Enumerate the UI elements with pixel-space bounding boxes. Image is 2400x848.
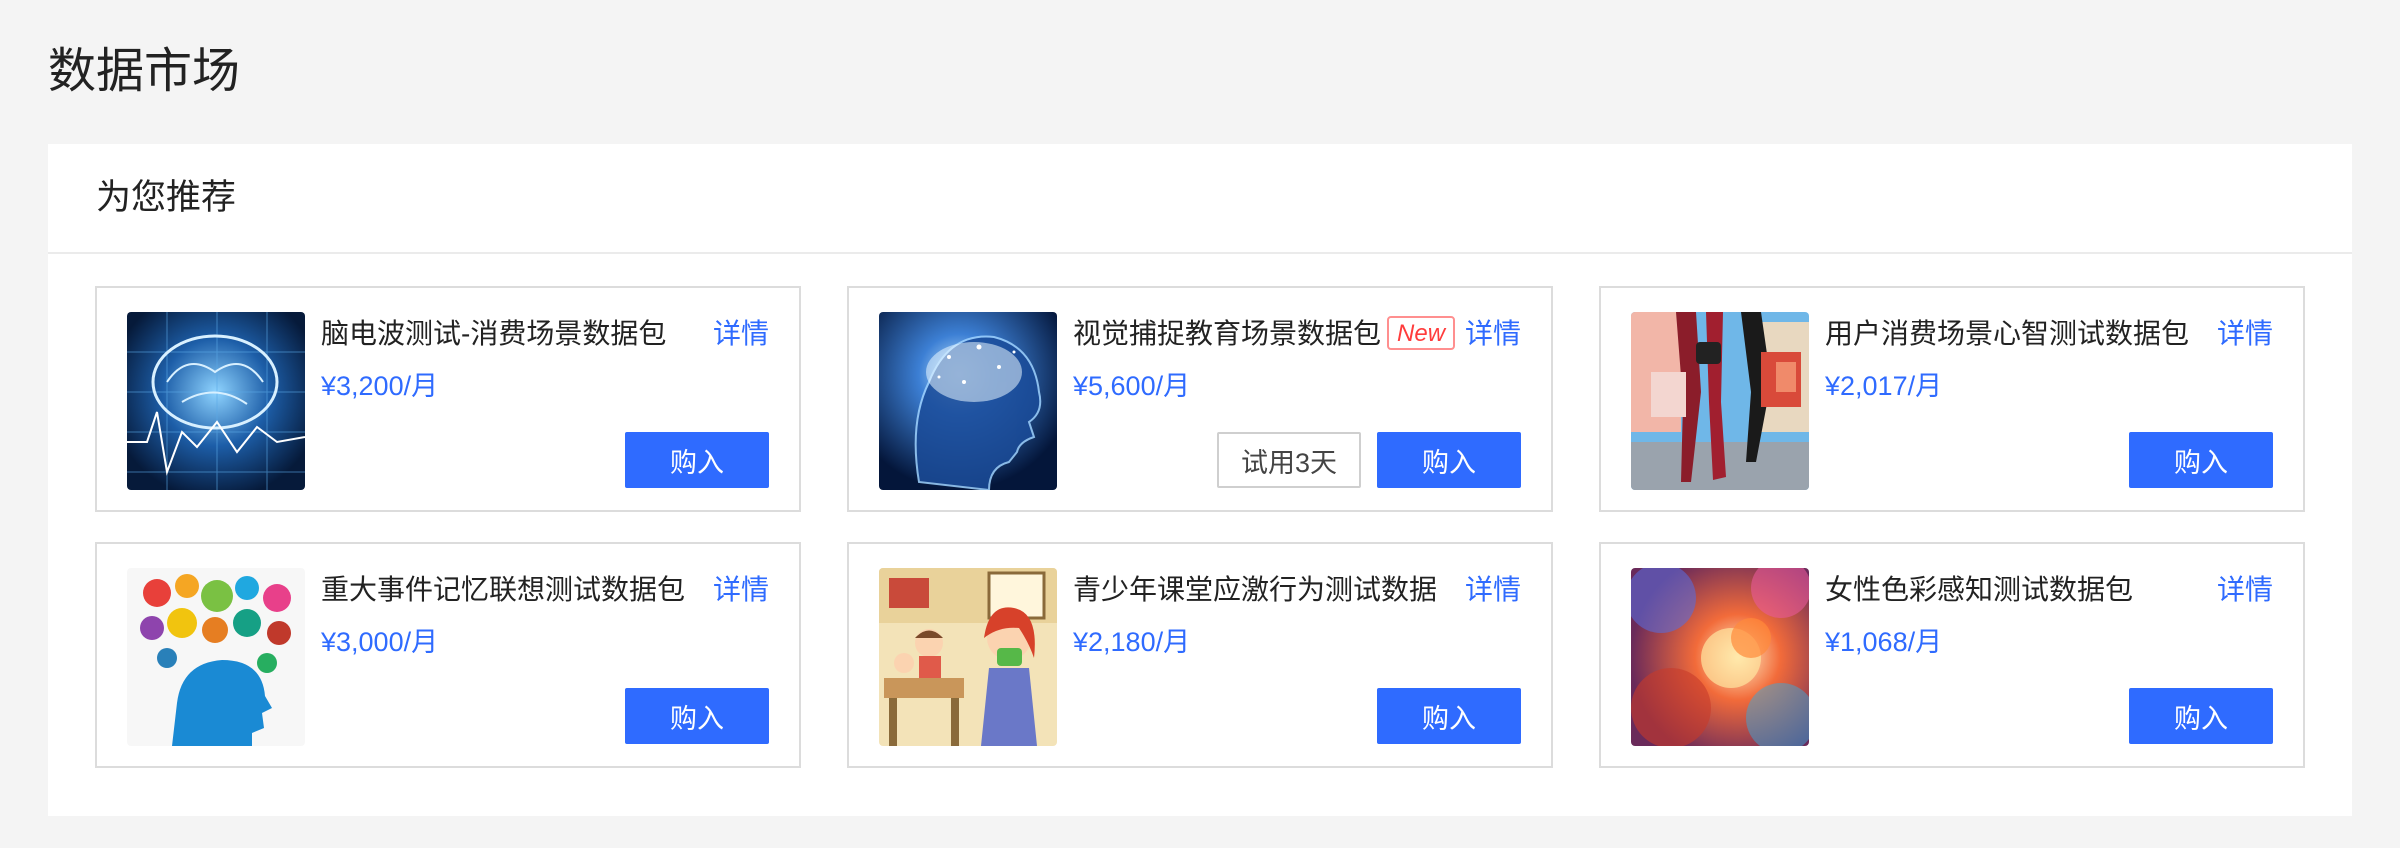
trial-button[interactable]: 试用3天 <box>1217 432 1361 488</box>
classroom-cartoon-image <box>879 568 1057 746</box>
detail-link[interactable]: 详情 <box>1465 570 1521 610</box>
product-price: ¥1,068/月 <box>1825 627 1943 657</box>
buy-button[interactable]: 购入 <box>1377 688 1521 744</box>
color-smoke-image <box>1631 568 1809 746</box>
product-card-memory: 重大事件记忆联想测试数据包 详情 ¥3,000/月 购入 <box>95 542 801 768</box>
buy-button[interactable]: 购入 <box>1377 432 1521 488</box>
product-card-classroom: 青少年课堂应激行为测试数据 详情 ¥2,180/月 购入 <box>847 542 1553 768</box>
recommend-panel: 为您推荐 脑电波测试-消费场景数据包 详情 ¥3,200/月 购入 视觉捕捉教育… <box>48 144 2352 816</box>
product-name: 女性色彩感知测试数据包 <box>1825 574 2134 605</box>
detail-link[interactable]: 详情 <box>713 314 769 354</box>
product-card-visual: 视觉捕捉教育场景数据包 New 详情 ¥5,600/月 试用3天 购入 <box>847 286 1553 512</box>
brain-eeg-image <box>127 312 305 490</box>
detail-link[interactable]: 详情 <box>713 570 769 610</box>
detail-link[interactable]: 详情 <box>2217 570 2273 610</box>
buy-button[interactable]: 购入 <box>2129 688 2273 744</box>
section-title: 为您推荐 <box>96 178 237 217</box>
product-price: ¥2,180/月 <box>1073 627 1191 657</box>
product-card-eeg: 脑电波测试-消费场景数据包 详情 ¥3,200/月 购入 <box>95 286 801 512</box>
glowing-head-image <box>879 312 1057 490</box>
detail-link[interactable]: 详情 <box>2217 314 2273 354</box>
page-title: 数据市场 <box>48 45 241 98</box>
buy-button[interactable]: 购入 <box>2129 432 2273 488</box>
product-card-consumer-mind: 用户消费场景心智测试数据包 详情 ¥2,017/月 购入 <box>1599 286 2305 512</box>
product-price: ¥2,017/月 <box>1825 371 1943 401</box>
product-price: ¥3,200/月 <box>321 371 439 401</box>
product-card-color-perception: 女性色彩感知测试数据包 详情 ¥1,068/月 购入 <box>1599 542 2305 768</box>
shopping-women-image <box>1631 312 1809 490</box>
product-name: 青少年课堂应激行为测试数据 <box>1073 574 1438 605</box>
detail-link[interactable]: 详情 <box>1465 314 1521 354</box>
buy-button[interactable]: 购入 <box>625 688 769 744</box>
product-name: 视觉捕捉教育场景数据包 New <box>1073 314 1456 354</box>
new-badge: New <box>1387 316 1456 350</box>
product-name: 用户消费场景心智测试数据包 <box>1825 318 2190 349</box>
panel-header: 为您推荐 <box>48 144 2352 254</box>
product-price: ¥3,000/月 <box>321 627 439 657</box>
product-name-text: 视觉捕捉教育场景数据包 <box>1073 318 1382 349</box>
buy-button[interactable]: 购入 <box>625 432 769 488</box>
product-name: 重大事件记忆联想测试数据包 <box>321 574 686 605</box>
product-name: 脑电波测试-消费场景数据包 <box>321 318 667 349</box>
head-ideas-image <box>127 568 305 746</box>
product-price: ¥5,600/月 <box>1073 371 1191 401</box>
